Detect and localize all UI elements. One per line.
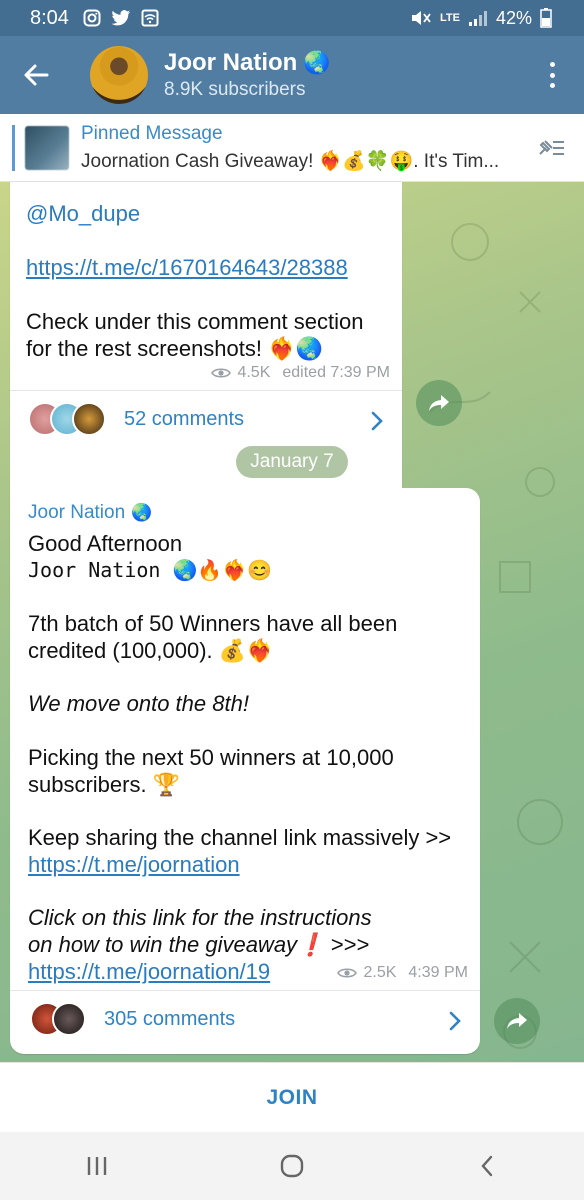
views-eye-icon bbox=[211, 368, 232, 378]
divider bbox=[10, 390, 402, 391]
recent-apps-icon bbox=[88, 1157, 107, 1175]
commenter-avatar bbox=[52, 1002, 86, 1036]
pinned-list-button[interactable] bbox=[536, 136, 566, 165]
divider bbox=[10, 990, 480, 991]
mute-icon bbox=[412, 11, 431, 25]
more-options-button[interactable] bbox=[540, 58, 564, 92]
comments-row[interactable]: 305 comments bbox=[30, 1002, 235, 1036]
system-nav-bar bbox=[0, 1132, 584, 1200]
menu-dot bbox=[549, 72, 555, 78]
message-time: edited 7:39 PM bbox=[282, 364, 390, 381]
status-time: 8:04 bbox=[30, 6, 69, 29]
message-text-line: for the rest screenshots! ❤️‍🔥🌏 bbox=[26, 336, 323, 361]
twitter-icon bbox=[111, 10, 130, 26]
pinned-body: Joornation Cash Giveaway! ❤️‍🔥💰🍀🤑. It's … bbox=[81, 150, 500, 172]
channel-avatar[interactable] bbox=[90, 46, 148, 104]
views-eye-icon bbox=[337, 968, 358, 978]
home-button[interactable] bbox=[262, 1141, 322, 1191]
globe-icon: 🌏 bbox=[131, 503, 153, 523]
pinned-thumbnail bbox=[25, 125, 69, 170]
menu-dot bbox=[549, 62, 555, 67]
wifi-calling-icon bbox=[141, 9, 159, 27]
pinned-indicator bbox=[12, 124, 15, 171]
message-bubble[interactable]: Joor Nation 🌏 Good Afternoon Joor Nation… bbox=[10, 488, 480, 1054]
menu-dot bbox=[549, 83, 555, 88]
message-text-line: Picking the next 50 winners at 10,000 bbox=[28, 745, 394, 770]
channel-link[interactable]: https://t.me/joornation bbox=[28, 851, 240, 878]
message-link[interactable]: https://t.me/c/1670164643/28388 bbox=[26, 254, 348, 281]
pin-list-icon bbox=[539, 140, 564, 155]
status-right: LTE 42% bbox=[410, 8, 552, 29]
message-text-line: Keep sharing the channel link massively … bbox=[28, 825, 452, 850]
channel-header[interactable]: Joor Nation 🌏 8.9K subscribers bbox=[164, 49, 331, 101]
greeting: Good Afternoon bbox=[28, 531, 183, 556]
join-button[interactable]: JOIN bbox=[0, 1062, 584, 1132]
battery-icon bbox=[540, 8, 552, 28]
view-count: 4.5K bbox=[237, 364, 271, 381]
chevron-right-icon[interactable] bbox=[448, 1010, 462, 1032]
comments-count: 305 comments bbox=[104, 1007, 236, 1030]
pinned-title: Pinned Message bbox=[81, 122, 223, 144]
share-arrow-icon bbox=[429, 395, 449, 411]
recent-apps-button[interactable] bbox=[67, 1141, 127, 1191]
greeting-sub: Joor Nation 🌏🔥❤️‍🔥😊 bbox=[28, 558, 273, 582]
share-arrow-icon bbox=[507, 1013, 527, 1029]
message-italic-line: Click on this link for the instructions bbox=[28, 905, 372, 930]
globe-icon: 🌏 bbox=[303, 50, 331, 76]
commenter-avatar bbox=[72, 402, 106, 436]
message-time: 4:39 PM bbox=[408, 964, 468, 981]
battery-percent: 42% bbox=[495, 7, 532, 28]
chevron-right-icon[interactable] bbox=[370, 410, 384, 432]
chat-area[interactable]: @Mo_dupe https://t.me/c/1670164643/28388… bbox=[0, 182, 584, 1062]
status-bar: 8:04 LTE 42% bbox=[0, 0, 584, 36]
network-type: LTE bbox=[440, 12, 460, 24]
message-text-line: 7th batch of 50 Winners have all been bbox=[28, 611, 398, 636]
back-button[interactable] bbox=[0, 36, 72, 114]
share-button[interactable] bbox=[416, 380, 462, 426]
channel-title: Joor Nation 🌏 bbox=[164, 49, 331, 77]
message-text-line: Check under this comment section bbox=[26, 309, 364, 334]
comments-count: 52 comments bbox=[124, 407, 245, 430]
back-chevron-icon bbox=[481, 1155, 492, 1177]
message-text-line: credited (100,000). 💰❤️‍🔥 bbox=[28, 638, 274, 663]
instructions-link[interactable]: https://t.me/joornation/19 bbox=[28, 958, 270, 985]
status-icons bbox=[83, 9, 159, 27]
back-nav-button[interactable] bbox=[457, 1141, 517, 1191]
date-separator: January 7 bbox=[236, 446, 348, 478]
comments-row[interactable]: 52 comments bbox=[28, 402, 244, 436]
message-meta: 4.5K edited 7:39 PM bbox=[211, 364, 390, 382]
subscriber-count: 8.9K subscribers bbox=[164, 79, 306, 100]
sender-name: Joor Nation bbox=[28, 502, 126, 523]
channel-name: Joor Nation bbox=[164, 49, 298, 76]
message-text-line: subscribers. 🏆 bbox=[28, 772, 181, 797]
message-sender[interactable]: Joor Nation 🌏 bbox=[28, 502, 152, 524]
pinned-text: Pinned Message Joornation Cash Giveaway!… bbox=[81, 123, 499, 173]
app-bar: Joor Nation 🌏 8.9K subscribers bbox=[0, 36, 584, 114]
home-icon bbox=[280, 1154, 304, 1178]
instagram-icon bbox=[83, 9, 101, 27]
share-button[interactable] bbox=[494, 998, 540, 1044]
message-italic-line: on how to win the giveaway❗ >>> bbox=[28, 932, 370, 957]
message-italic-line: We move onto the 8th! bbox=[28, 691, 249, 716]
pinned-message[interactable]: Pinned Message Joornation Cash Giveaway!… bbox=[0, 114, 584, 182]
mention[interactable]: @Mo_dupe bbox=[26, 200, 140, 227]
view-count: 2.5K bbox=[363, 964, 397, 981]
signal-icon bbox=[468, 11, 487, 26]
back-arrow-icon bbox=[24, 64, 49, 86]
message-meta: 2.5K 4:39 PM bbox=[337, 964, 468, 982]
